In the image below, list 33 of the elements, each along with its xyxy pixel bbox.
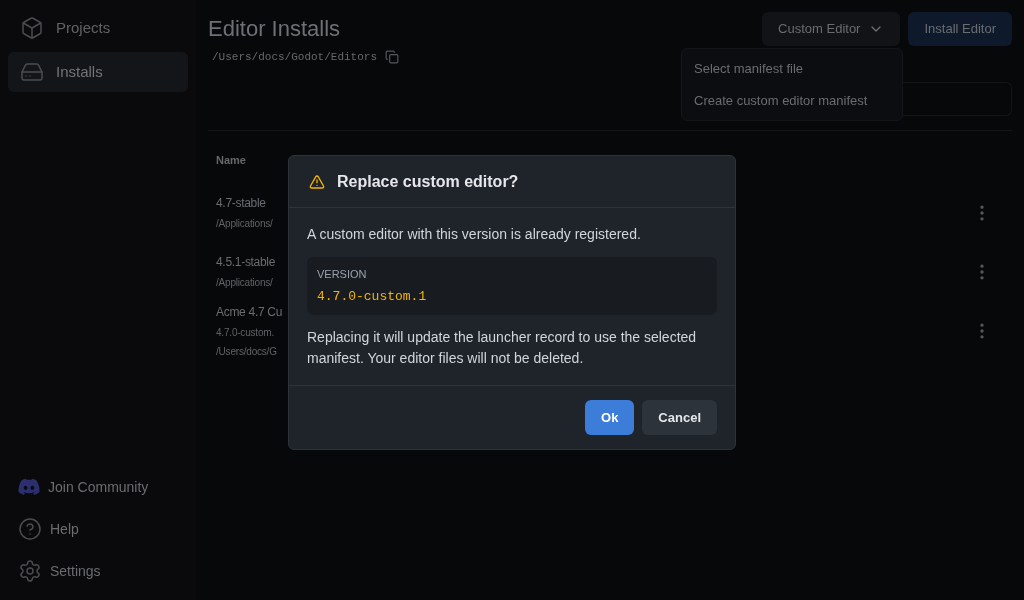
sidebar-link[interactable]: Settings <box>8 554 188 588</box>
discord-icon <box>18 478 40 496</box>
sidebar-item[interactable]: Projects <box>8 8 188 48</box>
sidebar-item[interactable]: Installs <box>8 52 188 92</box>
sidebar-link[interactable]: Join Community <box>8 470 188 504</box>
dialog-title: Replace custom editor? <box>337 171 519 192</box>
field-label: VERSION <box>317 267 368 282</box>
settings-icon <box>18 559 42 583</box>
editor-name: Acme 4.7 Cu <box>216 303 283 321</box>
dialog-message: A custom editor with this version is already registered. <box>307 225 642 244</box>
ok-button[interactable]: Ok <box>585 400 635 435</box>
version-value: 4.7.0-custom.1 <box>317 287 428 306</box>
cancel-button[interactable]: Cancel <box>642 400 717 435</box>
editor-detail: 4.7.0-custom. <box>216 325 274 340</box>
sidebar-link[interactable]: Help <box>8 512 188 546</box>
warning-icon <box>309 173 325 190</box>
menu-item[interactable]: Create custom editor manifest <box>682 84 902 116</box>
editor-detail: /Applications/ <box>216 217 273 231</box>
editor-name: 4.7-stable <box>216 195 266 212</box>
copy-icon[interactable] <box>385 50 400 65</box>
help-icon <box>18 517 42 541</box>
menu-item[interactable]: Select manifest file <box>682 53 902 85</box>
dialog-note: Replacing it will update the launcher record to use the selected manifest. Your editor files will not be deleted. <box>307 328 698 368</box>
editor-detail: /Applications/ <box>216 276 273 290</box>
page-title: Editor Installs <box>208 15 342 43</box>
drive-icon <box>20 60 44 84</box>
dropdown-button[interactable]: Custom Editor <box>762 12 901 46</box>
column-header: Name <box>216 154 246 166</box>
install-path: /Users/docs/Godot/Editors <box>212 50 378 65</box>
box-icon <box>20 16 44 40</box>
install-button[interactable]: Install Editor <box>908 12 1012 46</box>
editor-name: 4.5.1-stable <box>216 254 276 271</box>
editor-detail: /Users/docs/G <box>216 344 277 359</box>
